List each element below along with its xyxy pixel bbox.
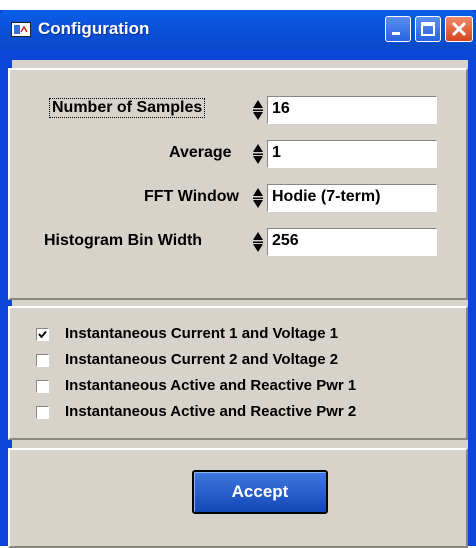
close-icon bbox=[451, 21, 467, 37]
check-label: Instantaneous Active and Reactive Pwr 1 bbox=[65, 377, 357, 394]
field-row-fft-window: FFT Window Hodie (7-term) bbox=[10, 184, 466, 212]
fft-window-label: FFT Window bbox=[144, 188, 239, 205]
checkmark-icon bbox=[38, 330, 47, 339]
number-of-samples-spinner-icon[interactable] bbox=[252, 96, 264, 124]
histogram-bin-width-input[interactable]: 256 bbox=[267, 228, 437, 256]
histogram-bin-width-spinner-icon[interactable] bbox=[252, 228, 264, 256]
window-title: Configuration bbox=[38, 19, 150, 38]
minimize-button[interactable] bbox=[385, 16, 411, 42]
fft-window-select[interactable]: Hodie (7-term) bbox=[267, 184, 437, 212]
maximize-icon bbox=[421, 22, 435, 36]
checkbox-current-voltage-2[interactable] bbox=[36, 354, 49, 367]
accept-button[interactable]: Accept bbox=[192, 470, 328, 514]
app-icon bbox=[11, 22, 31, 37]
output-selection-panel: Instantaneous Current 1 and Voltage 1 In… bbox=[8, 306, 468, 440]
histogram-bin-width-label: Histogram Bin Width bbox=[44, 232, 203, 249]
settings-panel: Number of Samples 16 Average 1 FFT Windo… bbox=[8, 68, 468, 300]
title-bar[interactable]: Configuration bbox=[0, 10, 476, 50]
field-row-average: Average 1 bbox=[10, 140, 466, 168]
average-label: Average bbox=[169, 144, 232, 161]
number-of-samples-input[interactable]: 16 bbox=[267, 96, 437, 124]
field-row-histogram-bin-width: Histogram Bin Width 256 bbox=[10, 228, 466, 256]
checkbox-active-reactive-2[interactable] bbox=[36, 406, 49, 419]
number-of-samples-label: Number of Samples bbox=[49, 98, 206, 118]
close-button[interactable] bbox=[445, 16, 473, 42]
average-spinner-icon[interactable] bbox=[252, 140, 264, 168]
maximize-button[interactable] bbox=[415, 16, 441, 42]
minimize-icon bbox=[392, 32, 400, 35]
check-label: Instantaneous Current 1 and Voltage 1 bbox=[65, 325, 339, 342]
check-label: Instantaneous Active and Reactive Pwr 2 bbox=[65, 403, 357, 420]
configuration-window: Configuration Number of Samples 16 Avera… bbox=[0, 10, 476, 548]
average-input[interactable]: 1 bbox=[267, 140, 437, 168]
checkbox-active-reactive-1[interactable] bbox=[36, 380, 49, 393]
checkbox-current-voltage-1[interactable] bbox=[36, 328, 49, 341]
field-row-number-of-samples: Number of Samples 16 bbox=[10, 96, 466, 124]
fft-window-spinner-icon[interactable] bbox=[252, 184, 264, 212]
check-label: Instantaneous Current 2 and Voltage 2 bbox=[65, 351, 339, 368]
